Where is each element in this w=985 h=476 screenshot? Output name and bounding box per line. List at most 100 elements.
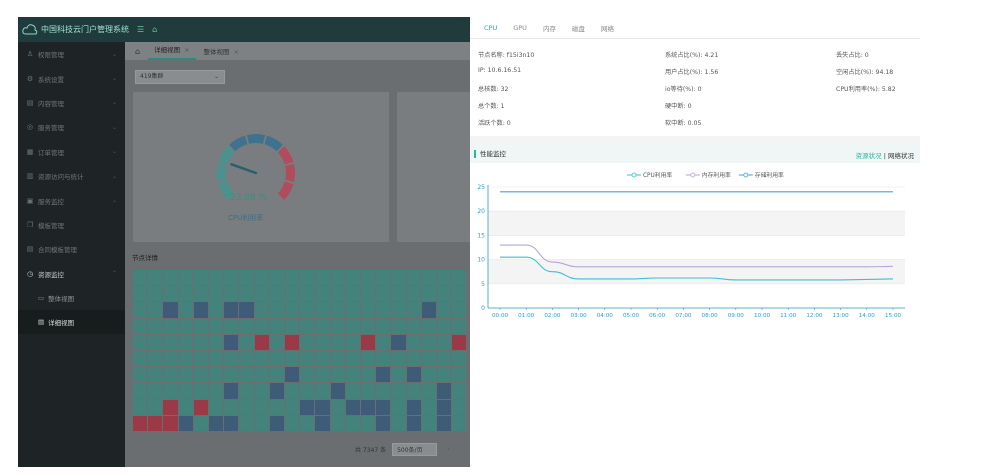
- resource-status-link[interactable]: 资源状况: [856, 152, 882, 160]
- node-cell[interactable]: [300, 334, 315, 350]
- node-cell[interactable]: [330, 399, 345, 415]
- node-cell[interactable]: [224, 351, 239, 367]
- node-cell[interactable]: [163, 318, 178, 334]
- node-cell[interactable]: [437, 318, 452, 334]
- node-cell[interactable]: [133, 367, 148, 383]
- node-cell[interactable]: [148, 270, 163, 286]
- node-cell[interactable]: [163, 383, 178, 399]
- node-cell[interactable]: [239, 367, 254, 383]
- node-cell[interactable]: [285, 270, 300, 286]
- cluster-select[interactable]: 419集群 ⌄: [135, 70, 225, 84]
- node-cell[interactable]: [345, 302, 360, 318]
- node-cell[interactable]: [178, 286, 193, 302]
- node-cell[interactable]: [452, 302, 467, 318]
- node-cell[interactable]: [452, 286, 467, 302]
- sidebar-item-service-monitor[interactable]: ▣ 服务监控 ⌄: [18, 188, 125, 212]
- node-cell[interactable]: [300, 367, 315, 383]
- node-cell[interactable]: [330, 367, 345, 383]
- node-cell[interactable]: [239, 270, 254, 286]
- node-cell[interactable]: [209, 318, 224, 334]
- sidebar-item-services[interactable]: ◎ 服务管理 ⌄: [18, 115, 125, 139]
- sidebar-item-settings[interactable]: ⚙ 系统设置 ⌄: [18, 66, 125, 90]
- node-cell[interactable]: [406, 351, 421, 367]
- node-cell[interactable]: [163, 334, 178, 350]
- node-cell[interactable]: [376, 367, 391, 383]
- node-cell[interactable]: [406, 334, 421, 350]
- node-cell[interactable]: [315, 383, 330, 399]
- node-cell[interactable]: [315, 334, 330, 350]
- node-cell[interactable]: [163, 351, 178, 367]
- node-cell[interactable]: [361, 318, 376, 334]
- node-cell[interactable]: [391, 302, 406, 318]
- node-cell[interactable]: [148, 286, 163, 302]
- node-cell[interactable]: [345, 399, 360, 415]
- node-cell[interactable]: [315, 318, 330, 334]
- node-cell[interactable]: [406, 415, 421, 431]
- sidebar-subitem-overview[interactable]: ▭ 整体视图: [18, 286, 125, 310]
- node-cell[interactable]: [300, 415, 315, 431]
- node-cell[interactable]: [376, 318, 391, 334]
- node-cell[interactable]: [209, 351, 224, 367]
- node-cell[interactable]: [269, 334, 284, 350]
- sidebar-item-content[interactable]: ▤ 内容管理 ⌄: [18, 91, 125, 115]
- node-cell[interactable]: [315, 367, 330, 383]
- sidebar-item-statistics[interactable]: ▥ 资源访问与统计 ⌄: [18, 164, 125, 188]
- node-cell[interactable]: [224, 415, 239, 431]
- close-icon[interactable]: ×: [234, 48, 239, 56]
- close-icon[interactable]: ×: [184, 46, 189, 54]
- node-cell[interactable]: [300, 399, 315, 415]
- node-cell[interactable]: [148, 367, 163, 383]
- node-cell[interactable]: [163, 399, 178, 415]
- node-cell[interactable]: [178, 270, 193, 286]
- node-cell[interactable]: [406, 286, 421, 302]
- node-cell[interactable]: [285, 334, 300, 350]
- node-cell[interactable]: [437, 383, 452, 399]
- node-cell[interactable]: [193, 286, 208, 302]
- node-cell[interactable]: [269, 302, 284, 318]
- node-cell[interactable]: [239, 399, 254, 415]
- node-cell[interactable]: [239, 334, 254, 350]
- node-cell[interactable]: [285, 286, 300, 302]
- node-cell[interactable]: [345, 318, 360, 334]
- node-cell[interactable]: [391, 383, 406, 399]
- node-cell[interactable]: [361, 351, 376, 367]
- node-cell[interactable]: [254, 270, 269, 286]
- node-cell[interactable]: [437, 351, 452, 367]
- node-cell[interactable]: [345, 367, 360, 383]
- node-cell[interactable]: [209, 367, 224, 383]
- node-cell[interactable]: [391, 286, 406, 302]
- node-cell[interactable]: [224, 302, 239, 318]
- node-cell[interactable]: [269, 270, 284, 286]
- node-cell[interactable]: [239, 383, 254, 399]
- node-cell[interactable]: [285, 415, 300, 431]
- node-cell[interactable]: [391, 351, 406, 367]
- node-cell[interactable]: [330, 270, 345, 286]
- node-cell[interactable]: [209, 334, 224, 350]
- node-cell[interactable]: [269, 367, 284, 383]
- sidebar-item-resource-monitor[interactable]: ◷ 资源监控 ⌃: [18, 262, 125, 286]
- node-cell[interactable]: [254, 399, 269, 415]
- node-cell[interactable]: [224, 318, 239, 334]
- page-size-select[interactable]: 500条/页: [392, 443, 438, 456]
- node-cell[interactable]: [239, 415, 254, 431]
- node-cell[interactable]: [300, 318, 315, 334]
- node-cell[interactable]: [239, 302, 254, 318]
- node-cell[interactable]: [345, 286, 360, 302]
- sidebar-item-templates[interactable]: ❐ 模板管理: [18, 213, 125, 237]
- node-cell[interactable]: [148, 318, 163, 334]
- node-cell[interactable]: [330, 318, 345, 334]
- node-cell[interactable]: [421, 334, 436, 350]
- node-cell[interactable]: [285, 367, 300, 383]
- menu-toggle-icon[interactable]: ☰: [137, 25, 144, 34]
- node-cell[interactable]: [376, 270, 391, 286]
- node-cell[interactable]: [133, 415, 148, 431]
- node-cell[interactable]: [178, 302, 193, 318]
- node-cell[interactable]: [345, 334, 360, 350]
- node-cell[interactable]: [376, 351, 391, 367]
- legend-label[interactable]: 存储利用率: [755, 171, 784, 179]
- node-cell[interactable]: [300, 383, 315, 399]
- sidebar-item-orders[interactable]: ▦ 订单管理 ⌄: [18, 140, 125, 164]
- node-cell[interactable]: [300, 302, 315, 318]
- node-cell[interactable]: [285, 399, 300, 415]
- tab-memory[interactable]: 内存: [535, 23, 564, 33]
